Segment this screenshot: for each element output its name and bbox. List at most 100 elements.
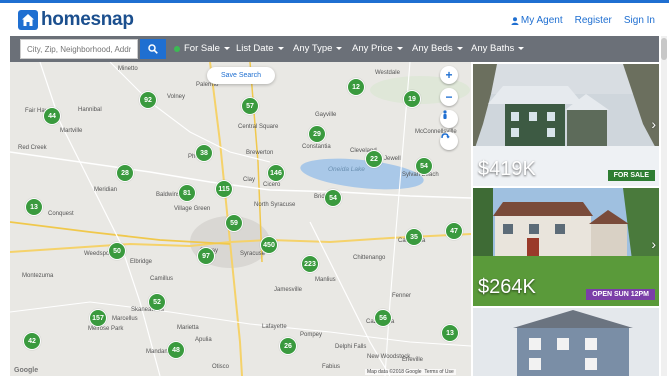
map-marker[interactable]: 44 bbox=[43, 107, 61, 125]
town-label: Constantia bbox=[302, 144, 331, 150]
baths-filter[interactable]: Any Baths bbox=[471, 43, 525, 54]
listing-card[interactable] bbox=[473, 308, 659, 376]
logo[interactable]: homesnap bbox=[18, 9, 134, 31]
town-label: Chittenango bbox=[353, 255, 386, 261]
map-marker[interactable]: 115 bbox=[215, 180, 233, 198]
chevron-down-icon bbox=[396, 47, 403, 50]
town-label: Apulia bbox=[195, 337, 212, 343]
map-marker[interactable]: 223 bbox=[301, 255, 319, 273]
type-filter[interactable]: Any Type bbox=[293, 43, 343, 54]
draw-area-button[interactable] bbox=[440, 132, 458, 150]
town-label: Minetto bbox=[118, 66, 138, 72]
town-label: Village Green bbox=[174, 206, 211, 212]
status-badge: FOR SALE bbox=[607, 170, 655, 181]
map-marker[interactable]: 146 bbox=[267, 164, 285, 182]
beds-filter[interactable]: Any Beds bbox=[412, 43, 463, 54]
header: homesnap My Agent Register Sign In bbox=[0, 3, 669, 35]
pegman-icon bbox=[443, 110, 447, 119]
brand-name: homesnap bbox=[41, 9, 134, 30]
town-label: Cicero bbox=[263, 182, 281, 188]
town-label: Jamesville bbox=[274, 287, 303, 293]
map[interactable]: Minetto Palermo Volney Westdale Fair Hav… bbox=[10, 62, 471, 376]
my-agent-link[interactable]: My Agent bbox=[511, 15, 563, 26]
map-attribution: Map data ©2018 Google Terms of Use bbox=[365, 369, 456, 375]
house-icon bbox=[18, 10, 38, 30]
town-label: Elbridge bbox=[130, 259, 153, 265]
status-filter-label: For Sale bbox=[184, 43, 220, 54]
map-marker[interactable]: 42 bbox=[23, 332, 41, 350]
map-marker[interactable]: 54 bbox=[415, 157, 433, 175]
search-button[interactable] bbox=[140, 39, 166, 59]
list-date-label: List Date bbox=[236, 43, 274, 54]
town-label: Central Square bbox=[238, 124, 279, 130]
zoom-out-button[interactable]: − bbox=[440, 88, 458, 106]
minus-icon: − bbox=[445, 90, 453, 104]
scrollbar-thumb[interactable] bbox=[661, 38, 667, 60]
type-filter-label: Any Type bbox=[293, 43, 333, 54]
map-marker[interactable]: 450 bbox=[260, 236, 278, 254]
listing-card[interactable]: $264K OPEN SUN 12PM › bbox=[473, 188, 659, 306]
google-logo: Google bbox=[14, 367, 39, 374]
map-marker[interactable]: 19 bbox=[403, 90, 421, 108]
map-marker[interactable]: 22 bbox=[365, 150, 383, 168]
save-search-button[interactable]: Save Search bbox=[207, 67, 275, 84]
map-marker[interactable]: 97 bbox=[197, 247, 215, 265]
plus-icon: + bbox=[445, 68, 453, 82]
listing-price: $419K bbox=[478, 158, 536, 180]
street-view-button[interactable] bbox=[440, 110, 458, 128]
map-marker[interactable]: 56 bbox=[374, 309, 392, 327]
map-marker[interactable]: 12 bbox=[347, 78, 365, 96]
lake-label: Oneida Lake bbox=[328, 166, 365, 173]
map-marker[interactable]: 28 bbox=[116, 164, 134, 182]
map-marker[interactable]: 35 bbox=[405, 228, 423, 246]
person-icon bbox=[511, 16, 519, 25]
listing-price: $264K bbox=[478, 276, 536, 298]
map-marker[interactable]: 48 bbox=[167, 341, 185, 359]
price-filter[interactable]: Any Price bbox=[352, 43, 403, 54]
status-dot bbox=[174, 45, 180, 52]
town-label: Fenner bbox=[392, 293, 412, 299]
map-marker[interactable]: 57 bbox=[241, 97, 259, 115]
map-marker[interactable]: 59 bbox=[225, 214, 243, 232]
map-marker[interactable]: 13 bbox=[25, 198, 43, 216]
price-filter-label: Any Price bbox=[352, 43, 393, 54]
listing-card[interactable]: $419K FOR SALE › bbox=[473, 64, 659, 186]
town-label: Manlius bbox=[315, 277, 336, 283]
map-marker[interactable]: 13 bbox=[441, 324, 459, 342]
chevron-right-icon[interactable]: › bbox=[651, 116, 656, 132]
map-marker[interactable]: 47 bbox=[445, 222, 463, 240]
list-date-filter[interactable]: List Date bbox=[236, 43, 284, 54]
page-scrollbar[interactable] bbox=[661, 36, 667, 376]
map-marker[interactable]: 92 bbox=[139, 91, 157, 109]
filter-bar: For Sale List Date Any Type Any Price An… bbox=[10, 36, 659, 62]
map-marker[interactable]: 157 bbox=[89, 309, 107, 327]
terms-link[interactable]: Terms of Use bbox=[424, 369, 453, 375]
map-marker[interactable]: 52 bbox=[148, 293, 166, 311]
town-label: Montezuma bbox=[22, 273, 54, 279]
map-marker[interactable]: 38 bbox=[195, 144, 213, 162]
map-marker[interactable]: 26 bbox=[279, 337, 297, 355]
status-badge: OPEN SUN 12PM bbox=[586, 289, 655, 300]
town-label: Gayville bbox=[315, 112, 337, 118]
town-label: Hannibal bbox=[78, 107, 102, 113]
chevron-down-icon bbox=[223, 47, 230, 50]
hand-icon bbox=[441, 133, 450, 139]
register-link[interactable]: Register bbox=[575, 15, 612, 26]
map-marker[interactable]: 81 bbox=[178, 184, 196, 202]
zoom-in-button[interactable]: + bbox=[440, 66, 458, 84]
chevron-down-icon bbox=[518, 47, 525, 50]
town-label: Syracuse bbox=[240, 251, 266, 257]
listing-photo bbox=[473, 308, 659, 376]
map-marker[interactable]: 54 bbox=[324, 189, 342, 207]
search-input[interactable] bbox=[20, 39, 138, 59]
top-nav: My Agent Register Sign In bbox=[499, 15, 655, 26]
map-marker[interactable]: 29 bbox=[308, 125, 326, 143]
chevron-right-icon[interactable]: › bbox=[651, 236, 656, 252]
status-filter[interactable]: For Sale bbox=[174, 43, 230, 54]
town-label: Clay bbox=[243, 177, 256, 183]
town-label: Otisco bbox=[212, 364, 230, 370]
town-label: Marietta bbox=[177, 325, 199, 331]
map-marker[interactable]: 50 bbox=[108, 242, 126, 260]
beds-filter-label: Any Beds bbox=[412, 43, 453, 54]
sign-in-link[interactable]: Sign In bbox=[624, 15, 655, 26]
